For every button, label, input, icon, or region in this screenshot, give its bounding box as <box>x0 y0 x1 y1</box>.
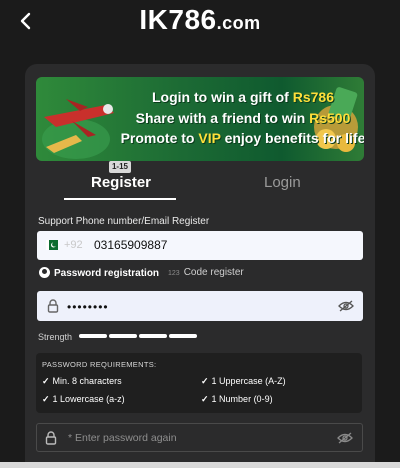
password-input[interactable]: •••••••• <box>67 300 109 314</box>
active-tab-indicator <box>64 198 176 200</box>
age-badge: 1-15 <box>109 161 131 173</box>
phone-field[interactable]: +92 03165909887 <box>37 231 363 260</box>
password-requirements: PASSWORD REQUIREMENTS: ✓ Min. 8 character… <box>36 353 362 413</box>
requirement-item: ✓ 1 Lowercase (a-z) <box>42 394 125 404</box>
tab-login[interactable]: Login <box>264 174 301 191</box>
lock-icon <box>47 299 59 313</box>
check-icon: ✓ <box>201 394 209 404</box>
lock-icon <box>45 431 57 445</box>
pakistan-flag-icon[interactable] <box>46 239 58 251</box>
user-icon <box>39 267 50 278</box>
requirement-item: ✓ Min. 8 characters <box>42 376 122 386</box>
password-registration-option[interactable]: Password registration <box>39 267 159 279</box>
phone-input[interactable]: 03165909887 <box>94 238 167 252</box>
strength-bar <box>79 334 107 338</box>
confirm-password-field[interactable]: * Enter password again <box>36 423 363 452</box>
strength-bar <box>109 334 137 338</box>
bottom-strip <box>0 462 400 468</box>
confirm-password-input[interactable]: * Enter password again <box>68 432 177 444</box>
code-icon: 123 <box>168 270 180 277</box>
requirement-item: ✓ 1 Uppercase (A-Z) <box>201 376 286 386</box>
strength-label: Strength <box>38 332 73 342</box>
site-logo: IK786.com <box>139 4 261 35</box>
top-bar: IK786.com <box>0 0 400 44</box>
eye-off-icon[interactable] <box>338 300 354 312</box>
check-icon: ✓ <box>42 376 50 386</box>
strength-bar <box>169 334 197 338</box>
country-code[interactable]: +92 <box>64 239 83 251</box>
password-field[interactable]: •••••••• <box>37 291 363 321</box>
promo-banner[interactable]: Login to win a gift of Rs786 Share with … <box>36 77 364 161</box>
eye-off-icon[interactable] <box>337 432 353 444</box>
check-icon: ✓ <box>42 394 50 404</box>
requirements-title: PASSWORD REQUIREMENTS: <box>42 360 157 369</box>
check-icon: ✓ <box>201 376 209 386</box>
promo-text: Login to win a gift of Rs786 Share with … <box>120 89 364 146</box>
strength-bar <box>139 334 167 338</box>
code-register-option[interactable]: 123 Code register <box>168 267 244 278</box>
requirement-item: ✓ 1 Number (0-9) <box>201 394 273 404</box>
support-label: Support Phone number/Email Register <box>38 216 210 227</box>
tab-register[interactable]: Register <box>91 174 151 191</box>
